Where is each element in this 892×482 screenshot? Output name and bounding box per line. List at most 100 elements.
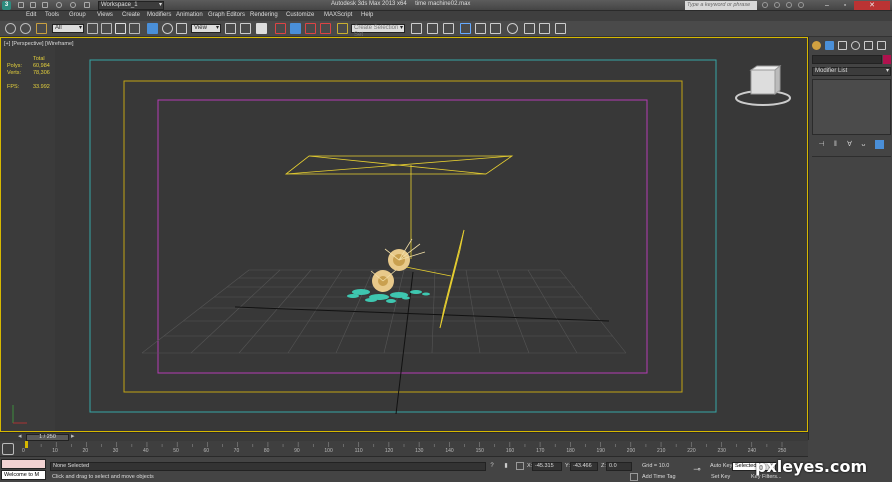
bind-space-warp-icon[interactable] bbox=[36, 23, 47, 34]
show-end-result-icon[interactable]: ‖ bbox=[831, 140, 840, 149]
key-icon[interactable]: ⊸ bbox=[690, 465, 704, 474]
communication-icon[interactable] bbox=[786, 2, 792, 8]
modify-tab-icon[interactable] bbox=[825, 41, 834, 50]
keyboard-shortcut-override-icon[interactable] bbox=[256, 23, 267, 34]
z-coord-field[interactable]: 0.0 bbox=[606, 462, 632, 471]
curve-editor-icon[interactable] bbox=[475, 23, 486, 34]
layer-manager-icon[interactable] bbox=[443, 23, 454, 34]
hierarchy-tab-icon[interactable] bbox=[838, 41, 847, 50]
snaps-toggle-icon[interactable] bbox=[275, 23, 286, 34]
track-tick-label: 190 bbox=[596, 448, 605, 454]
time-slider-thumb[interactable]: 1 / 250 bbox=[26, 434, 69, 441]
menu-edit[interactable]: Edit bbox=[26, 12, 36, 18]
time-slider-prev-icon[interactable]: ◂ bbox=[18, 433, 22, 441]
object-name-field[interactable] bbox=[812, 55, 882, 64]
select-and-link-icon[interactable] bbox=[5, 23, 16, 34]
time-slider-next-icon[interactable]: ▸ bbox=[71, 433, 75, 441]
percent-snap-icon[interactable] bbox=[305, 23, 316, 34]
utilities-tab-icon[interactable] bbox=[877, 41, 886, 50]
help-question-icon[interactable]: ? bbox=[488, 462, 496, 470]
render-production-icon[interactable] bbox=[555, 23, 566, 34]
lock-selection-icon[interactable]: ▮ bbox=[502, 462, 510, 470]
configure-modifier-sets-icon[interactable] bbox=[875, 140, 884, 149]
absolute-mode-icon[interactable] bbox=[516, 462, 524, 470]
material-editor-icon[interactable] bbox=[507, 23, 518, 34]
track-bar[interactable]: 0 10 20 30 40 50 60 70 80 90 100 110 120 130 140 150 160… bbox=[0, 441, 808, 457]
select-manipulate-icon[interactable] bbox=[240, 23, 251, 34]
reference-coordinate-select[interactable]: View bbox=[191, 24, 221, 33]
select-and-move-icon[interactable] bbox=[147, 23, 158, 34]
track-tick-label: 170 bbox=[536, 448, 545, 454]
track-tick-label: 120 bbox=[384, 448, 394, 454]
window-crossing-icon[interactable] bbox=[129, 23, 140, 34]
modifier-list-select[interactable]: Modifier List bbox=[812, 67, 891, 76]
time-tag-icon[interactable] bbox=[630, 473, 638, 481]
menu-rendering[interactable]: Rendering bbox=[250, 12, 278, 18]
select-and-scale-icon[interactable] bbox=[176, 23, 187, 34]
binoculars-icon[interactable] bbox=[762, 2, 768, 8]
modifier-stack[interactable] bbox=[812, 79, 891, 135]
save-file-icon[interactable] bbox=[42, 2, 48, 8]
app-logo-icon[interactable]: 3 bbox=[2, 1, 11, 10]
auto-key-button[interactable]: Auto Key bbox=[710, 463, 732, 469]
track-tick-label: 110 bbox=[354, 448, 363, 454]
remove-modifier-icon[interactable]: ᴗ bbox=[859, 140, 868, 149]
menu-customize[interactable]: Customize bbox=[286, 12, 314, 18]
spinner-snap-icon[interactable] bbox=[320, 23, 331, 34]
menu-graph-editors[interactable]: Graph Editors bbox=[208, 12, 245, 18]
close-button[interactable]: ✕ bbox=[854, 1, 890, 10]
workspace-select[interactable]: Workspace_1 bbox=[98, 1, 164, 10]
y-coord-field[interactable]: -43.466 bbox=[570, 462, 598, 471]
render-setup-icon[interactable] bbox=[524, 23, 535, 34]
menu-help[interactable]: Help bbox=[361, 12, 373, 18]
stats-polys-value: 60,984 bbox=[33, 63, 50, 69]
motion-tab-icon[interactable] bbox=[851, 41, 860, 50]
undo-icon[interactable] bbox=[56, 2, 62, 8]
align-icon[interactable] bbox=[427, 23, 438, 34]
make-unique-icon[interactable]: ∀ bbox=[845, 140, 854, 149]
project-folder-icon[interactable] bbox=[84, 2, 90, 8]
search-input[interactable]: Type a keyword or phrase bbox=[685, 1, 757, 10]
menu-animation[interactable]: Animation bbox=[176, 12, 203, 18]
create-tab-icon[interactable] bbox=[812, 41, 821, 50]
named-selection-select[interactable]: Create Selection Set bbox=[351, 24, 405, 38]
add-time-tag[interactable]: Add Time Tag bbox=[642, 474, 676, 480]
select-and-rotate-icon[interactable] bbox=[162, 23, 173, 34]
new-file-icon[interactable] bbox=[18, 2, 24, 8]
maxscript-listener-macro[interactable] bbox=[1, 459, 46, 469]
unlink-icon[interactable] bbox=[20, 23, 31, 34]
select-by-name-icon[interactable] bbox=[101, 23, 112, 34]
subscription-icon[interactable] bbox=[774, 2, 780, 8]
schematic-view-icon[interactable] bbox=[490, 23, 501, 34]
set-key-button[interactable]: Set Key bbox=[711, 474, 730, 480]
redo-icon[interactable] bbox=[70, 2, 76, 8]
menu-views[interactable]: Views bbox=[97, 12, 113, 18]
menu-modifiers[interactable]: Modifiers bbox=[147, 12, 171, 18]
object-color-swatch[interactable] bbox=[883, 55, 891, 64]
menu-create[interactable]: Create bbox=[122, 12, 140, 18]
menu-group[interactable]: Group bbox=[69, 12, 86, 18]
display-tab-icon[interactable] bbox=[864, 41, 873, 50]
pin-stack-icon[interactable]: ⊣ bbox=[817, 140, 826, 149]
maxscript-listener[interactable]: Welcome to M bbox=[1, 470, 46, 480]
perspective-viewport[interactable]: [+] [Perspective] [Wireframe] Total Poly… bbox=[0, 37, 808, 432]
mirror-icon[interactable] bbox=[411, 23, 422, 34]
help-icon[interactable] bbox=[798, 2, 804, 8]
x-coord-field[interactable]: -45.315 bbox=[532, 462, 562, 471]
selection-filter-select[interactable]: All bbox=[52, 24, 84, 33]
time-slider[interactable]: ◂ 1 / 250 ▸ bbox=[0, 432, 808, 441]
pivot-center-icon[interactable] bbox=[225, 23, 236, 34]
angle-snap-icon[interactable] bbox=[290, 23, 301, 34]
graphite-ribbon-icon[interactable] bbox=[460, 23, 471, 34]
rendered-frame-window-icon[interactable] bbox=[539, 23, 550, 34]
edit-named-selection-icon[interactable] bbox=[337, 23, 348, 34]
menu-maxscript[interactable]: MAXScript bbox=[324, 12, 352, 18]
minimize-button[interactable]: – bbox=[818, 1, 836, 10]
rectangle-selection-icon[interactable] bbox=[115, 23, 126, 34]
menu-tools[interactable]: Tools bbox=[45, 12, 59, 18]
open-file-icon[interactable] bbox=[30, 2, 36, 8]
stats-verts-label: Verts: bbox=[7, 70, 22, 76]
viewport-label[interactable]: [+] [Perspective] [Wireframe] bbox=[4, 41, 74, 47]
maximize-button[interactable]: ▫ bbox=[836, 1, 854, 10]
select-object-icon[interactable] bbox=[87, 23, 98, 34]
